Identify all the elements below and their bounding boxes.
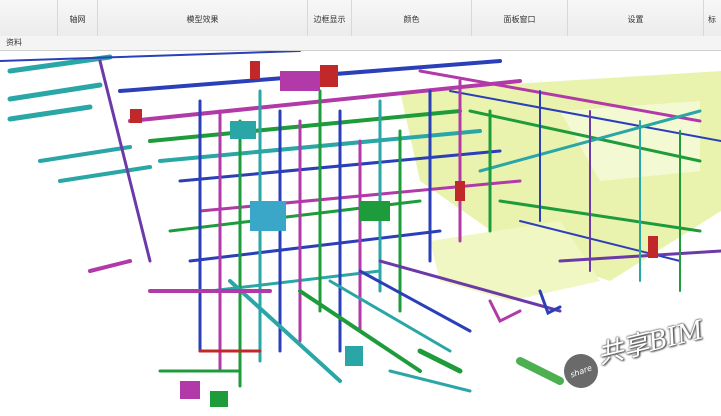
watermark: share 共享BIM — [559, 315, 712, 396]
axis-grid-label: 轴网 — [69, 15, 86, 24]
watermark-text: 共享BIM — [594, 315, 707, 371]
bim-3d-viewport[interactable]: share 共享BIM — [0, 51, 721, 416]
ribbon-toolbar: 轴网 模型效果 边框显示 颜色 面板窗口 设置 标 — [0, 0, 721, 37]
share-badge-icon: share — [559, 349, 603, 393]
overflow-button[interactable]: 标 — [704, 0, 721, 36]
panel-window-label: 面板窗口 — [503, 15, 536, 24]
materials-tab[interactable]: 资料 — [6, 37, 22, 48]
settings-label: 设置 — [627, 15, 644, 24]
edge-display-label: 边框显示 — [313, 15, 346, 24]
color-button[interactable]: 颜色 — [352, 0, 472, 36]
floor-slabs — [400, 71, 721, 301]
isolated-pipe — [516, 357, 564, 385]
ribbon-group-start — [0, 0, 58, 36]
model-effect-label: 模型效果 — [186, 15, 219, 24]
color-label: 颜色 — [403, 15, 420, 24]
model-effect-button[interactable]: 模型效果 — [98, 0, 308, 36]
panel-window-button[interactable]: 面板窗口 — [472, 0, 568, 36]
axis-grid-button[interactable]: 轴网 — [58, 0, 98, 36]
settings-button[interactable]: 设置 — [568, 0, 704, 36]
edge-display-button[interactable]: 边框显示 — [308, 0, 352, 36]
sub-toolbar: 资料 — [0, 36, 721, 51]
overflow-label: 标 — [708, 15, 716, 24]
